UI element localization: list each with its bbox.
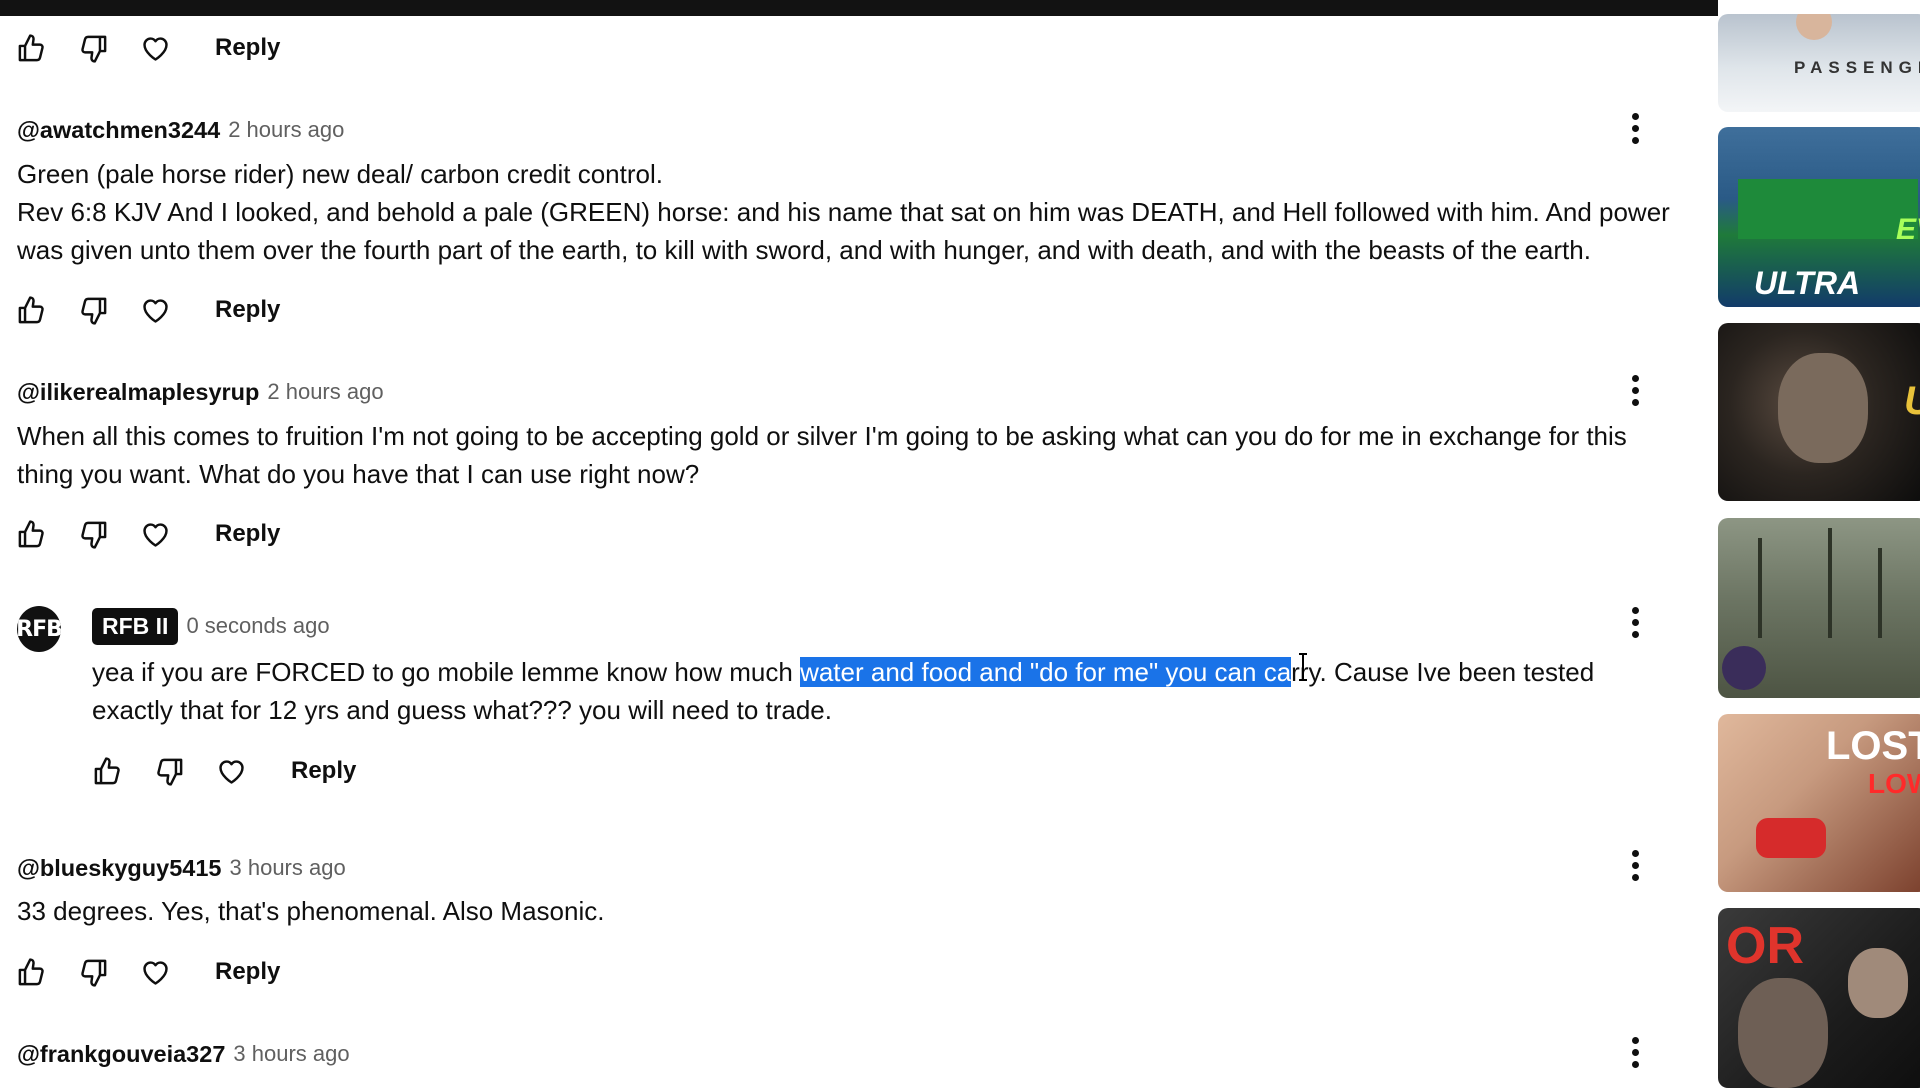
comment-author[interactable]: @blueskyguy5415 bbox=[17, 855, 222, 882]
comment-time[interactable]: 2 hours ago bbox=[228, 117, 344, 143]
more-vert-icon bbox=[1631, 849, 1639, 857]
video-thumbnail[interactable]: EV ULTRA LARGE bbox=[1718, 127, 1920, 307]
thumbs-up-icon bbox=[18, 295, 44, 323]
comment-menu-button[interactable] bbox=[1625, 1032, 1645, 1072]
thumbs-up-icon bbox=[18, 519, 44, 547]
more-vert-icon bbox=[1631, 606, 1639, 614]
heart-icon bbox=[142, 298, 168, 323]
comment-time[interactable]: 2 hours ago bbox=[267, 379, 383, 405]
comment-time[interactable]: 0 seconds ago bbox=[186, 613, 329, 639]
like-button[interactable] bbox=[11, 28, 51, 68]
comment-author[interactable]: @awatchmen3244 bbox=[17, 117, 220, 144]
thumbnail-tree bbox=[1758, 538, 1762, 638]
thumbnail-caption: PASSENGE bbox=[1794, 58, 1920, 77]
reply-button[interactable]: Reply bbox=[215, 520, 280, 548]
thumbs-down-icon bbox=[80, 297, 106, 325]
thumbnail-caption: LOW bbox=[1868, 768, 1920, 799]
selected-text: water and food and "do for me" you can c… bbox=[800, 657, 1292, 687]
comment-actions: Reply bbox=[11, 287, 280, 333]
reply-button[interactable]: Reply bbox=[215, 34, 280, 62]
heart-button[interactable] bbox=[135, 28, 175, 68]
comment-actions: Reply bbox=[11, 25, 280, 71]
heart-button[interactable] bbox=[135, 290, 175, 330]
video-thumbnail[interactable] bbox=[1718, 518, 1920, 698]
recommended-videos: PASSENGE EV ULTRA LARGE U LOST LOW OR bbox=[1718, 0, 1920, 1088]
thumbnail-face bbox=[1778, 353, 1868, 463]
like-button[interactable] bbox=[11, 952, 51, 992]
comment-author[interactable]: @frankgouveia327 bbox=[17, 1041, 225, 1068]
thumbnail-face bbox=[1796, 14, 1832, 40]
like-button[interactable] bbox=[11, 290, 51, 330]
more-vert-icon bbox=[1631, 112, 1639, 120]
thumbnail-face bbox=[1848, 948, 1908, 1018]
video-thumbnail[interactable]: OR bbox=[1718, 908, 1920, 1088]
thumbnail-caption: OR bbox=[1726, 917, 1804, 975]
comment-text: yea if you are FORCED to go mobile lemme… bbox=[92, 653, 1692, 729]
thumbnail-caption: EV bbox=[1896, 213, 1920, 246]
reply-button[interactable]: Reply bbox=[215, 958, 280, 986]
more-vert-icon bbox=[1631, 374, 1639, 382]
thumbs-down-icon bbox=[80, 35, 106, 63]
text-segment: yea if you are FORCED to go mobile lemme… bbox=[92, 657, 801, 687]
thumbnail-caption: ULTRA LARGE bbox=[1754, 265, 1866, 307]
comment-header: @awatchmen3244 2 hours ago bbox=[17, 113, 344, 147]
dislike-button[interactable] bbox=[73, 28, 113, 68]
heart-icon bbox=[142, 960, 168, 985]
text-cursor-icon bbox=[1296, 652, 1310, 682]
thumbnail-face bbox=[1738, 978, 1828, 1088]
thumbnail-ship bbox=[1738, 179, 1918, 239]
thumbnail-caption: U bbox=[1904, 379, 1920, 424]
heart-icon bbox=[142, 522, 168, 547]
avatar[interactable]: RFB bbox=[17, 606, 61, 652]
comment-header: @frankgouveia327 3 hours ago bbox=[17, 1037, 350, 1071]
thumbnail-logo bbox=[1722, 646, 1766, 690]
reply-button[interactable]: Reply bbox=[215, 296, 280, 324]
comments-section: Reply @awatchmen3244 2 hours ago Green (… bbox=[0, 0, 1700, 1080]
thumbnail-tree bbox=[1828, 528, 1832, 638]
comment-author[interactable]: @ilikerealmaplesyrup bbox=[17, 379, 259, 406]
dislike-button[interactable] bbox=[73, 952, 113, 992]
comment-time[interactable]: 3 hours ago bbox=[230, 855, 346, 881]
dislike-button[interactable] bbox=[73, 514, 113, 554]
heart-icon bbox=[142, 36, 168, 61]
heart-button[interactable] bbox=[211, 751, 251, 791]
comment-menu-button[interactable] bbox=[1625, 602, 1645, 642]
comment-header: @blueskyguy5415 3 hours ago bbox=[17, 851, 346, 885]
thumbs-down-icon bbox=[156, 758, 182, 786]
like-button[interactable] bbox=[87, 751, 127, 791]
video-thumbnail[interactable]: PASSENGE bbox=[1718, 14, 1920, 112]
comment-actions: Reply bbox=[11, 511, 280, 557]
comment-menu-button[interactable] bbox=[1625, 370, 1645, 410]
comment-text: When all this comes to fruition I'm not … bbox=[17, 421, 1627, 489]
video-thumbnail[interactable]: LOST LOW bbox=[1718, 714, 1920, 892]
like-button[interactable] bbox=[11, 514, 51, 554]
comment-text: 33 degrees. Yes, that's phenomenal. Also… bbox=[17, 896, 605, 926]
comment-time[interactable]: 3 hours ago bbox=[233, 1041, 349, 1067]
author-badge[interactable]: RFB II bbox=[92, 607, 179, 645]
heart-button[interactable] bbox=[135, 514, 175, 554]
thumbs-up-icon bbox=[18, 33, 44, 61]
thumbnail-caption: LOST bbox=[1826, 724, 1920, 768]
comment-menu-button[interactable] bbox=[1625, 108, 1645, 148]
heart-button[interactable] bbox=[135, 952, 175, 992]
thumbs-up-icon bbox=[94, 756, 120, 784]
comment-actions: Reply bbox=[11, 949, 280, 995]
comment-menu-button[interactable] bbox=[1625, 845, 1645, 885]
comment-header: RFB II 0 seconds ago bbox=[92, 607, 330, 645]
comment-text: Green (pale horse rider) new deal/ carbo… bbox=[17, 159, 1670, 265]
thumbs-up-icon bbox=[18, 957, 44, 985]
thumbnail-tree bbox=[1878, 548, 1882, 638]
thumbs-down-icon bbox=[80, 521, 106, 549]
more-vert-icon bbox=[1631, 1036, 1639, 1044]
comment-header: @ilikerealmaplesyrup 2 hours ago bbox=[17, 375, 384, 409]
thumbs-down-icon bbox=[80, 959, 106, 987]
dislike-button[interactable] bbox=[73, 290, 113, 330]
dislike-button[interactable] bbox=[149, 751, 189, 791]
reply-button[interactable]: Reply bbox=[291, 757, 356, 785]
heart-icon bbox=[218, 759, 244, 784]
thumbnail-glove bbox=[1756, 818, 1826, 858]
comment-actions: Reply bbox=[87, 748, 356, 794]
video-thumbnail[interactable]: U bbox=[1718, 323, 1920, 501]
